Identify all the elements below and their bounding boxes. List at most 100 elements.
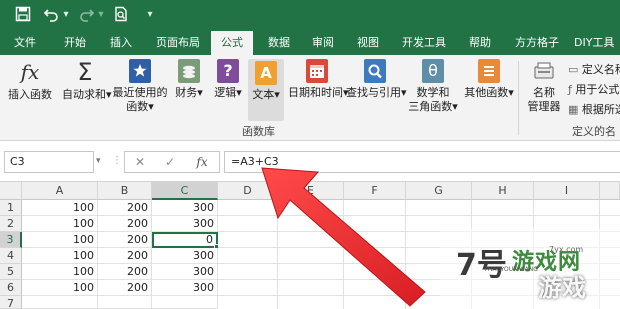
row-header-3[interactable]: 3: [0, 232, 22, 248]
tab-help[interactable]: 帮助: [457, 31, 503, 55]
more-functions-button[interactable]: 其他函数▾: [464, 59, 514, 100]
undo-icon[interactable]: [42, 6, 60, 24]
column-header-a[interactable]: A: [22, 182, 98, 200]
lookup-label: 查找与引用▾: [346, 86, 407, 99]
name-box-dropdown-icon[interactable]: ▾: [96, 156, 101, 166]
ribbon-divider: [518, 61, 519, 135]
column-header-c[interactable]: C: [152, 182, 218, 200]
function-library-group-label: 函数库: [242, 125, 275, 138]
save-icon[interactable]: [14, 6, 32, 24]
cell-a4[interactable]: 100: [22, 248, 98, 264]
recent-label-1: 最近使用的: [112, 86, 168, 99]
watermark-domain: 7yx.com: [549, 245, 584, 254]
row-header-7[interactable]: 7: [0, 296, 22, 309]
text-functions-button[interactable]: A 文本▾: [248, 59, 284, 121]
tab-diy-tools[interactable]: DIY工具: [574, 31, 620, 55]
recent-label-2: 函数▾: [126, 100, 154, 113]
tab-review[interactable]: 审阅: [302, 31, 344, 55]
cell-c5[interactable]: 300: [152, 264, 218, 280]
define-name-icon: ▭: [568, 63, 579, 76]
lookup-reference-button[interactable]: 查找与引用▾: [346, 59, 407, 100]
calendar-icon: [306, 59, 328, 83]
cell-a2[interactable]: 100: [22, 216, 98, 232]
tab-page-layout[interactable]: 页面布局: [146, 31, 210, 55]
cell-a6[interactable]: 100: [22, 280, 98, 296]
tab-fangfang[interactable]: 方方格子: [505, 31, 569, 55]
name-manager-button[interactable]: 名称 管理器: [524, 59, 564, 114]
formula-input[interactable]: =A3+C3: [224, 151, 620, 173]
financial-label: 财务▾: [175, 86, 203, 99]
cell-c1[interactable]: 300: [152, 200, 218, 216]
column-header-i[interactable]: I: [534, 182, 600, 200]
column-header-e[interactable]: E: [278, 182, 344, 200]
insert-function-icon[interactable]: fx: [193, 154, 211, 170]
undo-dropdown-icon[interactable]: ▾: [62, 7, 70, 23]
cell-b1[interactable]: 200: [98, 200, 152, 216]
cell-a1[interactable]: 100: [22, 200, 98, 216]
fx-icon: fx: [20, 60, 40, 84]
row-header-4[interactable]: 4: [0, 248, 22, 264]
use-in-formula-icon: ƒ: [568, 83, 572, 96]
customize-toolbar-icon[interactable]: ▾: [146, 7, 154, 23]
create-from-selection-button[interactable]: ▦ 根据所选: [568, 101, 620, 117]
tab-home[interactable]: 开始: [52, 31, 98, 55]
name-box[interactable]: C3: [4, 151, 94, 173]
column-header-b[interactable]: B: [98, 182, 152, 200]
cell-a3[interactable]: 100: [22, 232, 98, 248]
cell-c6[interactable]: 300: [152, 280, 218, 296]
cancel-icon[interactable]: ✕: [131, 154, 149, 170]
name-manager-label-2: 管理器: [527, 100, 561, 113]
text-label: 文本▾: [252, 88, 280, 101]
autosum-button[interactable]: Σ 自动求和▾: [62, 58, 112, 102]
row-header-5[interactable]: 5: [0, 264, 22, 280]
tab-insert[interactable]: 插入: [100, 31, 142, 55]
row-header-6[interactable]: 6: [0, 280, 22, 296]
sigma-icon: Σ: [77, 58, 93, 86]
column-header-h[interactable]: H: [472, 182, 534, 200]
cell-b4[interactable]: 200: [98, 248, 152, 264]
tab-file[interactable]: 文件: [4, 31, 46, 55]
tab-view[interactable]: 视图: [346, 31, 390, 55]
row-header-2[interactable]: 2: [0, 216, 22, 232]
math-label-1: 数学和: [416, 86, 450, 99]
financial-button[interactable]: 财务▾: [172, 59, 206, 100]
cell-c4[interactable]: 300: [152, 248, 218, 264]
recent-functions-button[interactable]: 最近使用的 函数▾: [112, 59, 168, 114]
cell-b6[interactable]: 200: [98, 280, 152, 296]
tab-formulas[interactable]: 公式: [211, 31, 253, 55]
more-functions-label: 其他函数▾: [464, 86, 514, 99]
cell-c7[interactable]: [152, 296, 218, 309]
create-from-selection-icon: ▦: [568, 103, 579, 116]
ribbon-tabs: 文件 开始 插入 页面布局 公式 数据 审阅 视图 开发工具 帮助 方方格子 D…: [0, 31, 620, 55]
cell-c2[interactable]: 300: [152, 216, 218, 232]
cell-c3-active[interactable]: 0: [152, 232, 218, 248]
logical-label: 逻辑▾: [214, 86, 242, 99]
math-trig-button[interactable]: θ 数学和 三角函数▾: [406, 59, 460, 114]
use-in-formula-button[interactable]: ƒ 用于公式: [568, 81, 619, 97]
tab-developer[interactable]: 开发工具: [393, 31, 455, 55]
logical-button[interactable]: ? 逻辑▾: [210, 59, 246, 100]
cell-a7[interactable]: [22, 296, 98, 309]
insert-function-button[interactable]: fx 插入函数: [6, 59, 54, 102]
tab-data[interactable]: 数据: [258, 31, 300, 55]
column-header-g[interactable]: G: [406, 182, 472, 200]
formula-bar-grip-icon: ⋮: [112, 155, 122, 166]
cell-b2[interactable]: 200: [98, 216, 152, 232]
date-time-button[interactable]: 日期和时间▾: [288, 59, 349, 100]
column-header-j[interactable]: [600, 182, 620, 200]
redo-dropdown-icon[interactable]: ▾: [97, 7, 105, 23]
row-header-1[interactable]: 1: [0, 200, 22, 216]
select-all-corner[interactable]: [0, 182, 22, 200]
cell-a5[interactable]: 100: [22, 264, 98, 280]
define-name-button[interactable]: ▭ 定义名称: [568, 61, 620, 77]
column-header-f[interactable]: F: [344, 182, 406, 200]
print-preview-icon[interactable]: [112, 6, 130, 24]
enter-icon[interactable]: ✓: [161, 154, 179, 170]
cell-b3[interactable]: 200: [98, 232, 152, 248]
define-name-label: 定义名称: [581, 63, 620, 76]
cell-b5[interactable]: 200: [98, 264, 152, 280]
redo-icon[interactable]: [78, 6, 96, 24]
column-header-d[interactable]: D: [218, 182, 278, 200]
create-from-selection-label: 根据所选: [581, 103, 620, 116]
cell-b7[interactable]: [98, 296, 152, 309]
